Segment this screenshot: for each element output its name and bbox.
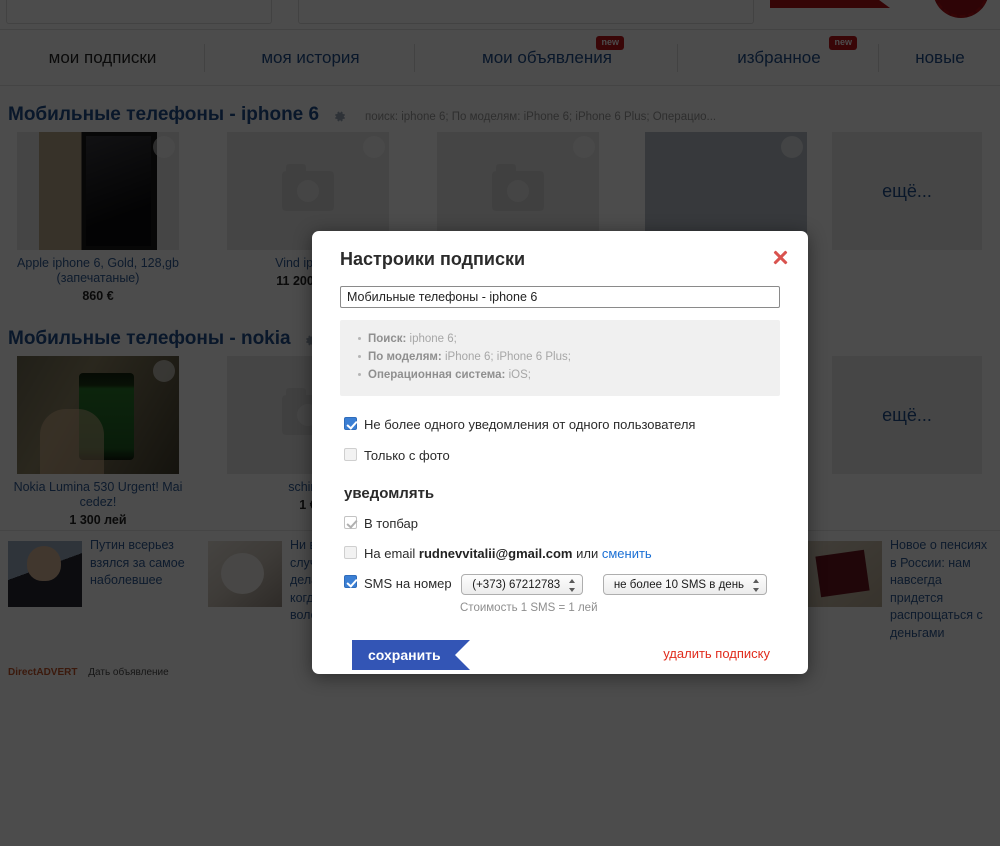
checkbox-notify-sms[interactable]	[344, 575, 357, 588]
sms-cost-note: Стоимость 1 SMS = 1 лей	[460, 602, 598, 614]
checkbox-one-notification-per-user[interactable]	[344, 417, 357, 430]
notify-email-conjunction: или	[576, 546, 599, 561]
query-summary-row: По моделям: iPhone 6; iPhone 6 Plus;	[358, 348, 780, 366]
checkbox-photo-only[interactable]	[344, 448, 357, 461]
sms-number-value: (+373) 67212783	[472, 579, 561, 591]
modal-title: Настроики подписки	[340, 249, 526, 269]
notify-row-email[interactable]: На email rudnevvitalii@gmail.com или сме…	[340, 545, 780, 563]
notify-email-address: rudnevvitalii@gmail.com	[418, 546, 573, 561]
sms-limit-value: не более 10 SMS в день	[613, 579, 745, 591]
notify-topbar-label: В топбар	[364, 516, 418, 531]
query-label: Поиск:	[368, 333, 407, 345]
chevron-updown-icon	[569, 579, 576, 592]
query-summary-row: Поиск: iphone 6;	[358, 330, 780, 348]
query-value: iPhone 6; iPhone 6 Plus;	[444, 351, 571, 363]
delete-subscription-link[interactable]: удалить подписку	[663, 646, 770, 661]
query-label: По моделям:	[368, 351, 442, 363]
query-value: iphone 6;	[409, 333, 457, 345]
option-label: Только с фото	[364, 448, 450, 463]
notify-row-sms[interactable]: SMS на номер (+373) 67212783 не более 10…	[340, 574, 780, 595]
option-row-photo-only[interactable]: Только с фото	[340, 447, 780, 465]
sms-limit-select[interactable]: не более 10 SMS в день	[602, 574, 768, 595]
checkbox-notify-topbar[interactable]	[344, 516, 357, 529]
query-summary-box: Поиск: iphone 6; По моделям: iPhone 6; i…	[340, 320, 780, 396]
checkbox-notify-email[interactable]	[344, 546, 357, 559]
option-row-one-notification[interactable]: Не более одного уведомления от одного по…	[340, 416, 780, 434]
notify-heading: уведомлять	[344, 485, 435, 502]
save-button[interactable]: сохранить	[352, 640, 470, 670]
notify-row-topbar[interactable]: В топбар	[340, 515, 780, 533]
query-summary-row: Операционная система: iOS;	[358, 366, 780, 384]
subscription-settings-modal: Настроики подписки Поиск: iphone 6; По м…	[312, 231, 808, 674]
chevron-updown-icon	[753, 579, 760, 592]
option-label: Не более одного уведомления от одного по…	[364, 417, 696, 432]
query-label: Операционная система:	[368, 369, 506, 381]
change-email-link[interactable]: сменить	[602, 546, 652, 561]
sms-number-select[interactable]: (+373) 67212783	[461, 574, 584, 595]
modal-footer: сохранить удалить подписку	[340, 640, 780, 674]
query-value: iOS;	[508, 369, 531, 381]
subscription-name-input[interactable]	[340, 286, 780, 308]
notify-email-prefix: На email	[364, 546, 416, 561]
close-icon[interactable]	[770, 247, 790, 267]
notify-sms-label: SMS на номер	[364, 575, 452, 591]
